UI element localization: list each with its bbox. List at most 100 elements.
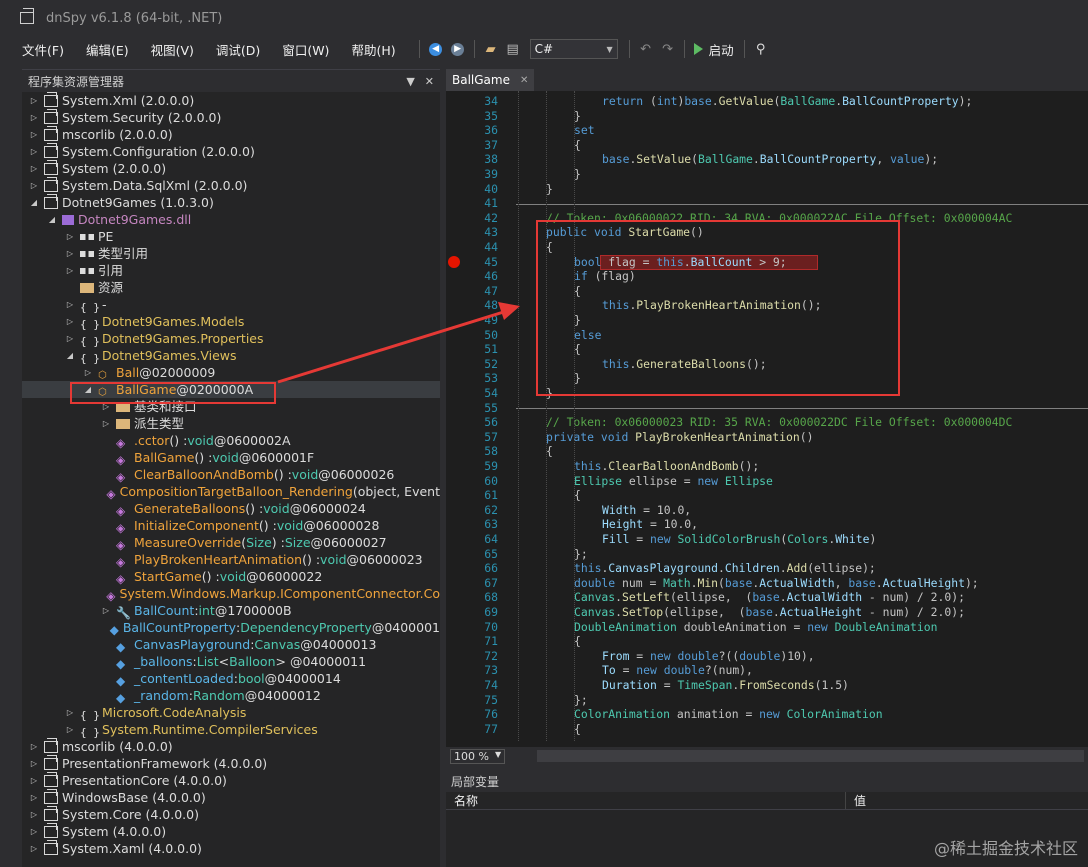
tree-node[interactable]: ▷ { } System.Runtime.CompilerServices — [22, 721, 440, 739]
undo-button[interactable]: ↶ — [637, 40, 655, 58]
expand-icon[interactable]: ▷ — [28, 126, 40, 143]
open-button[interactable]: ▰ — [482, 40, 500, 58]
expand-icon[interactable]: ▷ — [64, 296, 76, 313]
tree-node[interactable]: ▷ System.Core (4.0.0.0) — [22, 805, 440, 823]
tree-node[interactable]: ◈ PlayBrokenHeartAnimation() : void @0600… — [22, 551, 440, 569]
tree-node[interactable]: ◈ InitializeComponent() : void @06000028 — [22, 517, 440, 535]
assembly-tree[interactable]: ▷ System.Xml (2.0.0.0) ▷ System.Security (2… — [22, 92, 440, 867]
tree-node[interactable]: ◈ BallGame() : void @0600001F — [22, 449, 440, 467]
tree-node[interactable]: ▷ System (4.0.0.0) — [22, 822, 440, 840]
tree-node[interactable]: ◢ Dotnet9Games.dll — [22, 211, 440, 228]
tree-node[interactable]: ▷ 基类和接口 — [22, 398, 440, 415]
open-list-button[interactable]: ▤ — [504, 40, 522, 58]
menu-help[interactable]: 帮助(H) — [347, 40, 399, 59]
tree-node[interactable]: ▷ 派生类型 — [22, 415, 440, 432]
tree-node[interactable]: ◆ _contentLoaded : bool @04000014 — [22, 670, 440, 688]
tree-node[interactable]: ◈ GenerateBalloons() : void @06000024 — [22, 500, 440, 518]
expand-icon[interactable]: ▷ — [64, 228, 76, 245]
horizontal-scrollbar[interactable] — [537, 750, 1084, 762]
collapse-icon[interactable]: ◢ — [46, 211, 58, 228]
column-value[interactable]: 值 — [846, 792, 866, 809]
tree-node[interactable]: ▷ ⬡ Ball @02000009 — [22, 364, 440, 381]
tree-node[interactable]: ▷ PresentationCore (4.0.0.0) — [22, 771, 440, 789]
expand-icon[interactable]: ▷ — [28, 840, 40, 857]
redo-button[interactable]: ↷ — [659, 40, 677, 58]
expand-icon[interactable]: ▷ — [64, 704, 76, 721]
menu-debug[interactable]: 调试(D) — [212, 40, 264, 59]
column-name[interactable]: 名称 — [446, 792, 846, 809]
tree-node[interactable]: ◈ System.Windows.Markup.IComponentConnect… — [22, 585, 440, 603]
expand-icon[interactable]: ▷ — [28, 772, 40, 789]
expand-icon[interactable]: ▷ — [64, 245, 76, 262]
expand-icon[interactable]: ▷ — [28, 755, 40, 772]
expand-icon[interactable]: ▷ — [100, 415, 112, 432]
collapse-icon[interactable]: ◢ — [82, 381, 94, 398]
expand-icon[interactable]: ▷ — [28, 789, 40, 806]
tab-ballgame[interactable]: BallGame ✕ — [446, 69, 535, 91]
tree-node[interactable]: ▷ System.Xaml (4.0.0.0) — [22, 839, 440, 857]
tree-node[interactable]: ▷ 🔧 BallCount : int @1700000B — [22, 602, 440, 620]
tree-node[interactable]: ◢ Dotnet9Games (1.0.3.0) — [22, 193, 440, 211]
tree-node[interactable]: ◆ _balloons : List < Balloon > @04000011 — [22, 653, 440, 671]
tree-node[interactable]: ◈ MeasureOverride(Size) : Size @06000027 — [22, 534, 440, 552]
tree-node[interactable]: ◈ StartGame() : void @06000022 — [22, 568, 440, 586]
code-view[interactable]: 34 return (int)base.GetValue(BallGame.Bal… — [446, 91, 1088, 747]
tree-node[interactable]: ◆ BallCountProperty : DependencyProperty … — [22, 619, 440, 637]
tree-node[interactable]: ◢ ⬡ BallGame @0200000A — [22, 381, 440, 398]
tree-node[interactable]: ◈ .cctor() : void @0600002A — [22, 432, 440, 450]
tree-node[interactable]: ▷ { } - — [22, 296, 440, 314]
tree-node[interactable]: ◆ CanvasPlayground : Canvas @04000013 — [22, 636, 440, 654]
panel-menu-icon[interactable]: ▼ — [406, 75, 414, 88]
tree-node[interactable]: ◆ _random : Random @04000012 — [22, 687, 440, 705]
expand-icon[interactable]: ▷ — [28, 109, 40, 126]
tree-node[interactable]: ▷ System (2.0.0.0) — [22, 159, 440, 177]
tree-node[interactable]: ▷ System.Data.SqlXml (2.0.0.0) — [22, 176, 440, 194]
search-button[interactable]: ⚲ — [752, 40, 770, 58]
close-icon[interactable]: ✕ — [520, 75, 528, 86]
tree-node[interactable]: ▷ mscorlib (4.0.0.0) — [22, 737, 440, 755]
tree-node[interactable]: 资源 — [22, 279, 440, 296]
tree-node[interactable]: ▷ mscorlib (2.0.0.0) — [22, 125, 440, 143]
tree-node[interactable]: ▷ System.Configuration (2.0.0.0) — [22, 142, 440, 160]
expand-icon[interactable]: ▷ — [28, 177, 40, 194]
tree-node[interactable]: ▷ 类型引用 — [22, 245, 440, 262]
menu-view[interactable]: 视图(V) — [147, 40, 198, 59]
expand-icon[interactable]: ▷ — [28, 806, 40, 823]
expand-icon[interactable]: ▷ — [28, 823, 40, 840]
tree-node[interactable]: ▷ WindowsBase (4.0.0.0) — [22, 788, 440, 806]
tree-node[interactable]: ▷ System.Xml (2.0.0.0) — [22, 92, 440, 109]
expand-icon[interactable]: ▷ — [28, 92, 40, 109]
tree-node[interactable]: ▷ System.Security (2.0.0.0) — [22, 108, 440, 126]
tree-node[interactable]: ▷ { } Microsoft.CodeAnalysis — [22, 704, 440, 722]
expand-icon[interactable]: ▷ — [28, 160, 40, 177]
tree-node[interactable]: ▷ PresentationFramework (4.0.0.0) — [22, 754, 440, 772]
expand-icon[interactable]: ▷ — [64, 313, 76, 330]
menu-file[interactable]: 文件(F) — [18, 40, 68, 59]
expand-icon[interactable]: ▷ — [28, 143, 40, 160]
start-button[interactable]: 启动 — [693, 40, 734, 59]
close-icon[interactable]: ✕ — [425, 75, 434, 88]
zoom-select[interactable]: 100 % ▼ — [450, 748, 506, 764]
forward-button[interactable]: ▶ — [449, 40, 467, 58]
tree-node[interactable]: ◈ ClearBalloonAndBomb() : void @06000026 — [22, 466, 440, 484]
tree-node[interactable]: ▷ { } Dotnet9Games.Properties — [22, 330, 440, 348]
collapse-icon[interactable]: ◢ — [64, 347, 76, 364]
tree-node[interactable]: ▷ PE — [22, 228, 440, 245]
language-select[interactable]: C# ▼ — [529, 39, 618, 59]
expand-icon[interactable]: ▷ — [64, 721, 76, 738]
tree-node[interactable]: ▷ 引用 — [22, 262, 440, 279]
expand-icon[interactable]: ▷ — [64, 262, 76, 279]
expand-icon[interactable]: ▷ — [82, 364, 94, 381]
expand-icon[interactable]: ▷ — [100, 398, 112, 415]
breakpoint-icon[interactable] — [448, 256, 460, 269]
tree-node[interactable]: ◢ { } Dotnet9Games.Views — [22, 347, 440, 365]
expand-icon[interactable]: ▷ — [100, 602, 112, 619]
tree-node[interactable]: ◈ CompositionTargetBalloon_Rendering (obje… — [22, 483, 440, 501]
back-button[interactable]: ◀ — [427, 40, 445, 58]
menu-window[interactable]: 窗口(W) — [278, 40, 333, 59]
expand-icon[interactable]: ▷ — [28, 738, 40, 755]
tree-node[interactable]: ▷ { } Dotnet9Games.Models — [22, 313, 440, 331]
collapse-icon[interactable]: ◢ — [28, 194, 40, 211]
menu-edit[interactable]: 编辑(E) — [82, 40, 133, 59]
expand-icon[interactable]: ▷ — [64, 330, 76, 347]
